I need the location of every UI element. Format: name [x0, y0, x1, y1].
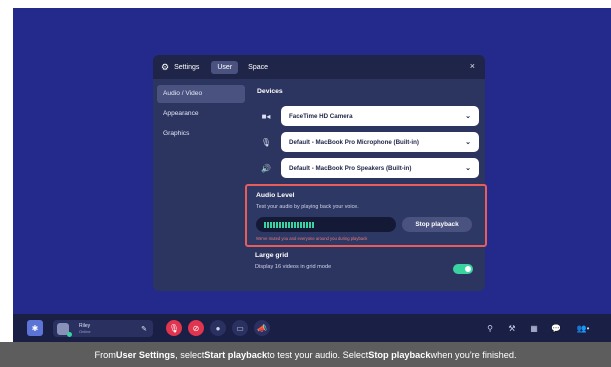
settings-title: Settings [174, 63, 200, 71]
sidebar-item-appearance[interactable]: Appearance [157, 105, 245, 123]
microphone-row: 🎙 Default - MacBook Pro Microphone (Buil… [257, 131, 479, 153]
stop-playback-button[interactable]: Stop playback [402, 217, 472, 232]
settings-sidebar: Audio / Video Appearance Graphics [157, 85, 245, 145]
chat-icon[interactable]: 💬 [549, 320, 563, 336]
edit-icon[interactable]: ✎ [141, 325, 147, 333]
hammer-icon[interactable]: ⚒ [505, 320, 519, 336]
caption-user-settings: User Settings [115, 349, 176, 360]
app-logo-icon[interactable]: ✱ [27, 320, 43, 336]
chevron-down-icon: ⌄ [465, 139, 471, 146]
camera-row: ■◂ FaceTime HD Camera ⌄ [257, 105, 479, 127]
speaker-icon: 🔊 [261, 163, 271, 173]
user-info: Riley Online [79, 323, 91, 334]
microphone-icon: 🎙 [260, 137, 272, 147]
sidebar-item-graphics[interactable]: Graphics [157, 125, 245, 143]
microphone-muted-icon[interactable]: 🎙 [166, 320, 182, 336]
people-icon[interactable]: 👥• [569, 320, 597, 336]
calendar-icon[interactable]: ▦ [527, 320, 541, 336]
screen: ⚙ Settings User Space × Audio / Video Ap… [0, 0, 611, 367]
caption-part: to test your audio. Select [267, 349, 369, 360]
tab-user[interactable]: User [211, 60, 239, 74]
audio-level-meter-fill [264, 221, 314, 228]
camera-select[interactable]: FaceTime HD Camera ⌄ [281, 106, 479, 126]
audio-level-meter [256, 217, 396, 232]
caption-part: , select [175, 349, 205, 360]
gear-icon: ⚙ [161, 61, 170, 72]
screen-share-icon[interactable]: ▭ [232, 320, 248, 336]
audio-level-panel: Audio Level Test your audio by playing b… [245, 184, 487, 247]
large-grid-title: Large grid [255, 252, 289, 259]
record-icon[interactable]: ● [210, 320, 226, 336]
audio-level-title: Audio Level [256, 192, 295, 199]
caption-part: From [94, 349, 116, 360]
large-grid-toggle[interactable] [453, 264, 473, 274]
devices-title: Devices [257, 88, 283, 95]
user-status: Online [79, 329, 91, 334]
microphone-select[interactable]: Default - MacBook Pro Microphone (Built-… [281, 132, 479, 152]
microphone-value: Default - MacBook Pro Microphone (Built-… [289, 138, 419, 146]
settings-modal: ⚙ Settings User Space × Audio / Video Ap… [153, 55, 485, 291]
camera-value: FaceTime HD Camera [289, 112, 353, 120]
camera-off-icon[interactable]: ⊘ [188, 320, 204, 336]
megaphone-icon[interactable]: 📣 [254, 320, 270, 336]
large-grid-description: Display 16 videos in grid mode [255, 264, 332, 270]
chevron-down-icon: ⌄ [465, 165, 471, 172]
instruction-caption: From User Settings , select Start playba… [0, 342, 611, 367]
toggle-knob [465, 266, 471, 272]
avatar [57, 322, 72, 337]
chevron-down-icon: ⌄ [465, 113, 471, 120]
map-pin-icon[interactable]: ⚲ [483, 320, 497, 336]
modal-header: ⚙ Settings User Space × [153, 55, 485, 79]
close-icon[interactable]: × [470, 61, 475, 71]
muted-note: We've muted you and everyone around you … [256, 236, 368, 241]
tab-space[interactable]: Space [242, 61, 274, 74]
caption-part: when you're finished. [430, 349, 517, 360]
camera-icon: ■◂ [261, 111, 271, 121]
user-card[interactable]: Riley Online ✎ [53, 320, 153, 337]
status-dot [67, 331, 72, 337]
caption-stop-playback: Stop playback [368, 349, 431, 360]
bottom-toolbar: ✱ Riley Online ✎ 🎙 ⊘ ● ▭ 📣 ⚲ ⚒ ▦ 💬 👥• [13, 314, 611, 342]
speakers-value: Default - MacBook Pro Speakers (Built-in… [289, 164, 412, 172]
speakers-row: 🔊 Default - MacBook Pro Speakers (Built-… [257, 157, 479, 179]
caption-start-playback: Start playback [204, 349, 268, 360]
sidebar-item-audio-video[interactable]: Audio / Video [157, 85, 245, 103]
audio-level-description: Test your audio by playing back your voi… [256, 204, 359, 210]
speakers-select[interactable]: Default - MacBook Pro Speakers (Built-in… [281, 158, 479, 178]
